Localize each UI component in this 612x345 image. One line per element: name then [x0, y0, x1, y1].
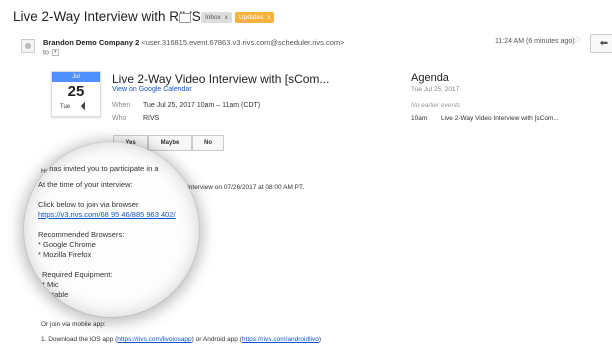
body-equipment-stable: * Stable — [42, 290, 69, 299]
label-updates[interactable]: Updates x — [235, 12, 275, 23]
date-weekday: Tue — [60, 104, 71, 110]
view-google-calendar-link[interactable]: View on Google Calendar — [112, 86, 192, 93]
who-value: RIVS — [143, 115, 160, 122]
body-required-equipment: Required Equipment: — [42, 270, 113, 279]
page-fold-icon — [80, 101, 90, 111]
download-suffix: ) — [318, 336, 322, 343]
rsvp-maybe-button[interactable]: Maybe — [148, 135, 192, 151]
who-label: Who — [112, 115, 127, 122]
avatar[interactable] — [21, 39, 35, 53]
sender-line: Brandon Demo Company 2 <user.316815.even… — [43, 38, 345, 47]
to-label: to — [43, 49, 49, 57]
when-label: When — [112, 102, 131, 109]
recipient-line: to ▾ — [43, 49, 59, 56]
agenda-date: Tue Jul 25, 2017 — [411, 86, 460, 93]
agenda-event-title[interactable]: Live 2-Way Video Interview with [sCom... — [441, 115, 559, 122]
remove-label-icon[interactable]: x — [225, 15, 228, 21]
body-click-below: Click below to join via browser — [38, 200, 139, 209]
sender-email: <user.316815.event.67863.v3.rivs.com@sch… — [141, 38, 345, 47]
sender-name[interactable]: Brandon Demo Company 2 — [43, 38, 139, 47]
body-invited-start: V3 has invited you to participate in a — [38, 164, 159, 173]
agenda-event-time: 10am — [411, 115, 428, 122]
body-time-of-interview: At the time of your interview: — [38, 180, 133, 189]
star-icon[interactable]: ☆ — [573, 35, 582, 46]
label-inbox-text: Inbox — [205, 14, 221, 21]
reply-button[interactable]: ⬅ — [590, 34, 612, 53]
android-app-link[interactable]: https://rivs.com/androidlivo — [242, 336, 319, 343]
rsvp-no-button[interactable]: No — [192, 135, 224, 151]
download-middle: ) or Android app ( — [191, 336, 242, 343]
avatar-icon — [25, 43, 31, 49]
body-join-mobile: Or join via mobile app: — [41, 321, 106, 328]
body-download-line: 1. Download the iOS app (https://rivs.co… — [41, 336, 321, 343]
browser-join-link[interactable]: https://v3.rivs.com/68 95 46/885 963 402… — [38, 210, 176, 219]
label-inbox[interactable]: Inbox x — [201, 12, 232, 23]
download-prefix: 1. Download the iOS app ( — [41, 336, 118, 343]
event-title: Live 2-Way Video Interview with [sCom... — [112, 72, 330, 86]
body-browser-firefox: * Mozilla Firefox — [38, 250, 92, 259]
body-browser-chrome: * Google Chrome — [38, 240, 96, 249]
date-month: Jul — [52, 72, 100, 82]
chevron-down-icon[interactable]: ▾ — [51, 49, 59, 56]
body-recommended-browsers: Recommended Browsers: — [38, 230, 125, 239]
important-marker-icon[interactable] — [179, 13, 191, 23]
magnifier-lens: V3 has invited you to participate in a A… — [24, 142, 199, 317]
date-day: 25 — [67, 83, 85, 100]
email-subject: Live 2-Way Interview with RIVS — [13, 9, 201, 24]
message-time: 11:24 AM (6 minutes ago) — [495, 38, 575, 45]
date-badge: Jul 25 Tue — [51, 71, 101, 117]
label-updates-text: Updates — [239, 14, 264, 21]
agenda-no-earlier-events[interactable]: No earlier events — [411, 102, 460, 109]
remove-label-icon[interactable]: x — [267, 15, 270, 21]
reply-icon: ⬅ — [599, 38, 609, 49]
ios-app-link[interactable]: https://rivs.com/livoiosapp — [117, 336, 191, 343]
when-value: Tue Jul 25, 2017 10am – 11am (CDT) — [143, 102, 261, 109]
body-equipment-mic: * Mic — [42, 280, 59, 289]
body-invited-tail: video interview on 07/26/2017 at 08:00 A… — [170, 184, 305, 191]
agenda-title: Agenda — [411, 72, 449, 84]
